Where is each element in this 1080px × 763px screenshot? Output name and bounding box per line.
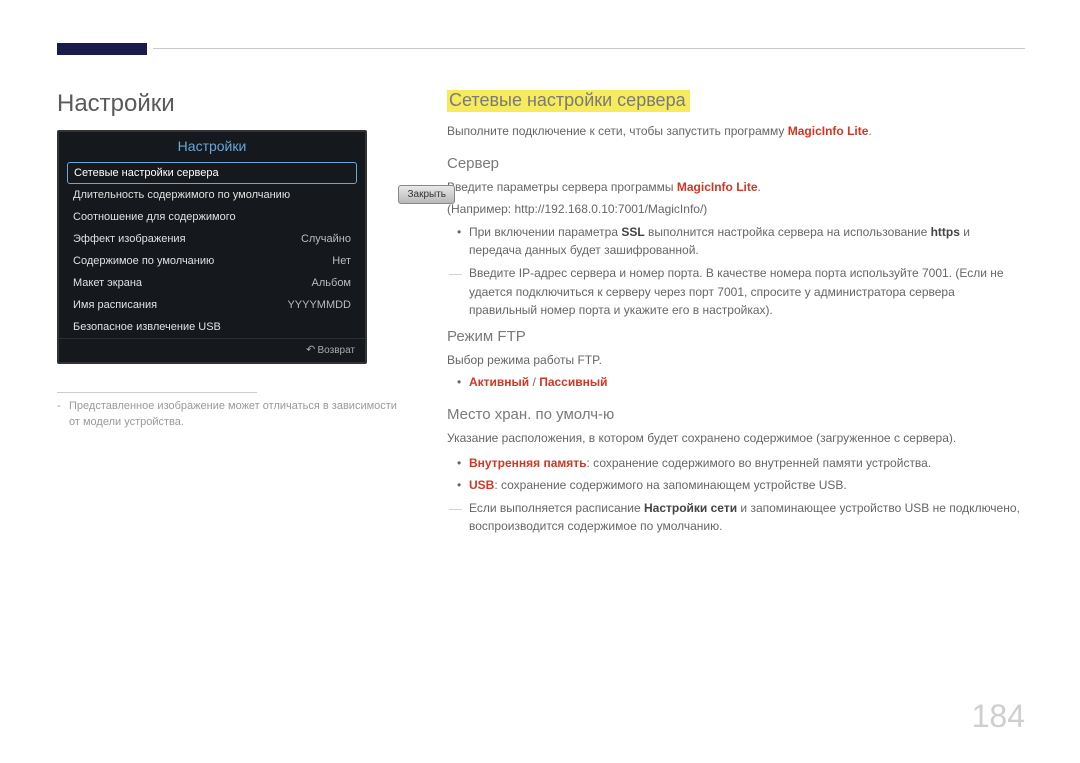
page-number: 184 [972, 698, 1025, 735]
text: / [529, 375, 539, 389]
osd-return-row[interactable]: ↷ Возврат [59, 338, 365, 362]
text: . [758, 180, 761, 194]
osd-menu-item[interactable]: Эффект изображения Случайно [59, 228, 365, 250]
section-heading-settings: Настройки [57, 90, 407, 118]
ssl-note: При включении параметра SSL выполнится н… [469, 223, 1025, 260]
storage-internal: Внутренняя память: сохранение содержимог… [469, 454, 1025, 473]
network-intro: Выполните подключение к сети, чтобы запу… [447, 122, 1025, 141]
osd-menu-item[interactable]: Макет экрана Альбом [59, 272, 365, 294]
osd-item-label: Макет экрана [73, 277, 142, 289]
server-bullets: При включении параметра SSL выполнится н… [447, 223, 1025, 260]
storage-note: Если выполняется расписание Настройки се… [447, 499, 1025, 536]
osd-menu-item[interactable]: Сетевые настройки сервера [67, 162, 357, 184]
ftp-option-row: Активный / Пассивный [469, 373, 1025, 392]
storage-usb: USB: сохранение содержимого на запоминаю… [469, 476, 1025, 495]
subheading-server: Сервер [447, 155, 1025, 172]
ftp-line: Выбор режима работы FTP. [447, 351, 1025, 370]
osd-menu-item[interactable]: Длительность содержимого по умолчанию [59, 184, 365, 206]
osd-title: Настройки [59, 132, 365, 162]
osd-item-label: Сетевые настройки сервера [74, 167, 219, 179]
text: : сохранение содержимого на запоминающем… [494, 478, 846, 492]
osd-menu-item[interactable]: Имя расписания YYYYMMDD [59, 294, 365, 316]
ftp-active-label: Активный [469, 375, 529, 389]
osd-item-label: Длительность содержимого по умолчанию [73, 189, 290, 201]
osd-item-label: Имя расписания [73, 299, 157, 311]
return-icon: ↷ [306, 343, 315, 356]
device-disclaimer: Представленное изображение может отличат… [57, 399, 407, 431]
magicinfo-lite-label: MagicInfo Lite [788, 124, 869, 138]
osd-return-label: Возврат [318, 345, 356, 356]
network-settings-label: Настройки сети [644, 501, 737, 515]
osd-menu-item[interactable]: Безопасное извлечение USB [59, 316, 365, 338]
text: Выполните подключение к сети, чтобы запу… [447, 124, 788, 138]
text: Введите параметры сервера программы [447, 180, 677, 194]
subheading-default-storage: Место хран. по умолч-ю [447, 406, 1025, 423]
header-rule [153, 48, 1025, 49]
osd-item-value: Нет [332, 255, 351, 267]
ssl-label: SSL [621, 225, 644, 239]
header-accent-bar [57, 43, 147, 55]
osd-menu-item[interactable]: Содержимое по умолчанию Нет [59, 250, 365, 272]
osd-panel: Настройки Сетевые настройки сервера Длите… [57, 130, 367, 364]
usb-label: USB [469, 478, 494, 492]
osd-item-label: Содержимое по умолчанию [73, 255, 214, 267]
text: : сохранение содержимого во внутренней п… [587, 456, 932, 470]
page-body: Настройки Настройки Сетевые настройки се… [57, 90, 1025, 544]
footnote-rule [57, 392, 257, 393]
storage-bullets: Внутренняя память: сохранение содержимог… [447, 454, 1025, 495]
osd-item-value: YYYYMMDD [287, 299, 351, 311]
osd-menu-item[interactable]: Соотношение для содержимого [59, 206, 365, 228]
server-port-note: Введите IP-адрес сервера и номер порта. … [447, 264, 1025, 320]
magicinfo-lite-label: MagicInfo Lite [677, 180, 758, 194]
https-label: https [931, 225, 960, 239]
internal-memory-label: Внутренняя память [469, 456, 587, 470]
left-column: Настройки Настройки Сетевые настройки се… [57, 90, 407, 544]
osd-item-value: Альбом [312, 277, 351, 289]
osd-item-label: Безопасное извлечение USB [73, 321, 221, 333]
ftp-passive-label: Пассивный [539, 375, 607, 389]
osd-item-label: Соотношение для содержимого [73, 211, 236, 223]
subsection-heading-network-server: Сетевые настройки сервера [447, 90, 690, 112]
text: . [868, 124, 871, 138]
text: выполнится настройка сервера на использо… [645, 225, 931, 239]
osd-item-value: Случайно [301, 233, 351, 245]
right-column: Сетевые настройки сервера Выполните подк… [447, 90, 1025, 544]
close-button[interactable]: Закрыть [398, 185, 455, 204]
osd-item-label: Эффект изображения [73, 233, 186, 245]
text: Если выполняется расписание [469, 501, 644, 515]
ftp-options: Активный / Пассивный [447, 373, 1025, 392]
server-example: (Например: http://192.168.0.10:7001/Magi… [447, 200, 1025, 219]
subheading-ftp: Режим FTP [447, 328, 1025, 345]
text: При включении параметра [469, 225, 621, 239]
server-line1: Введите параметры сервера программы Magi… [447, 178, 1025, 197]
storage-line: Указание расположения, в котором будет с… [447, 429, 1025, 448]
